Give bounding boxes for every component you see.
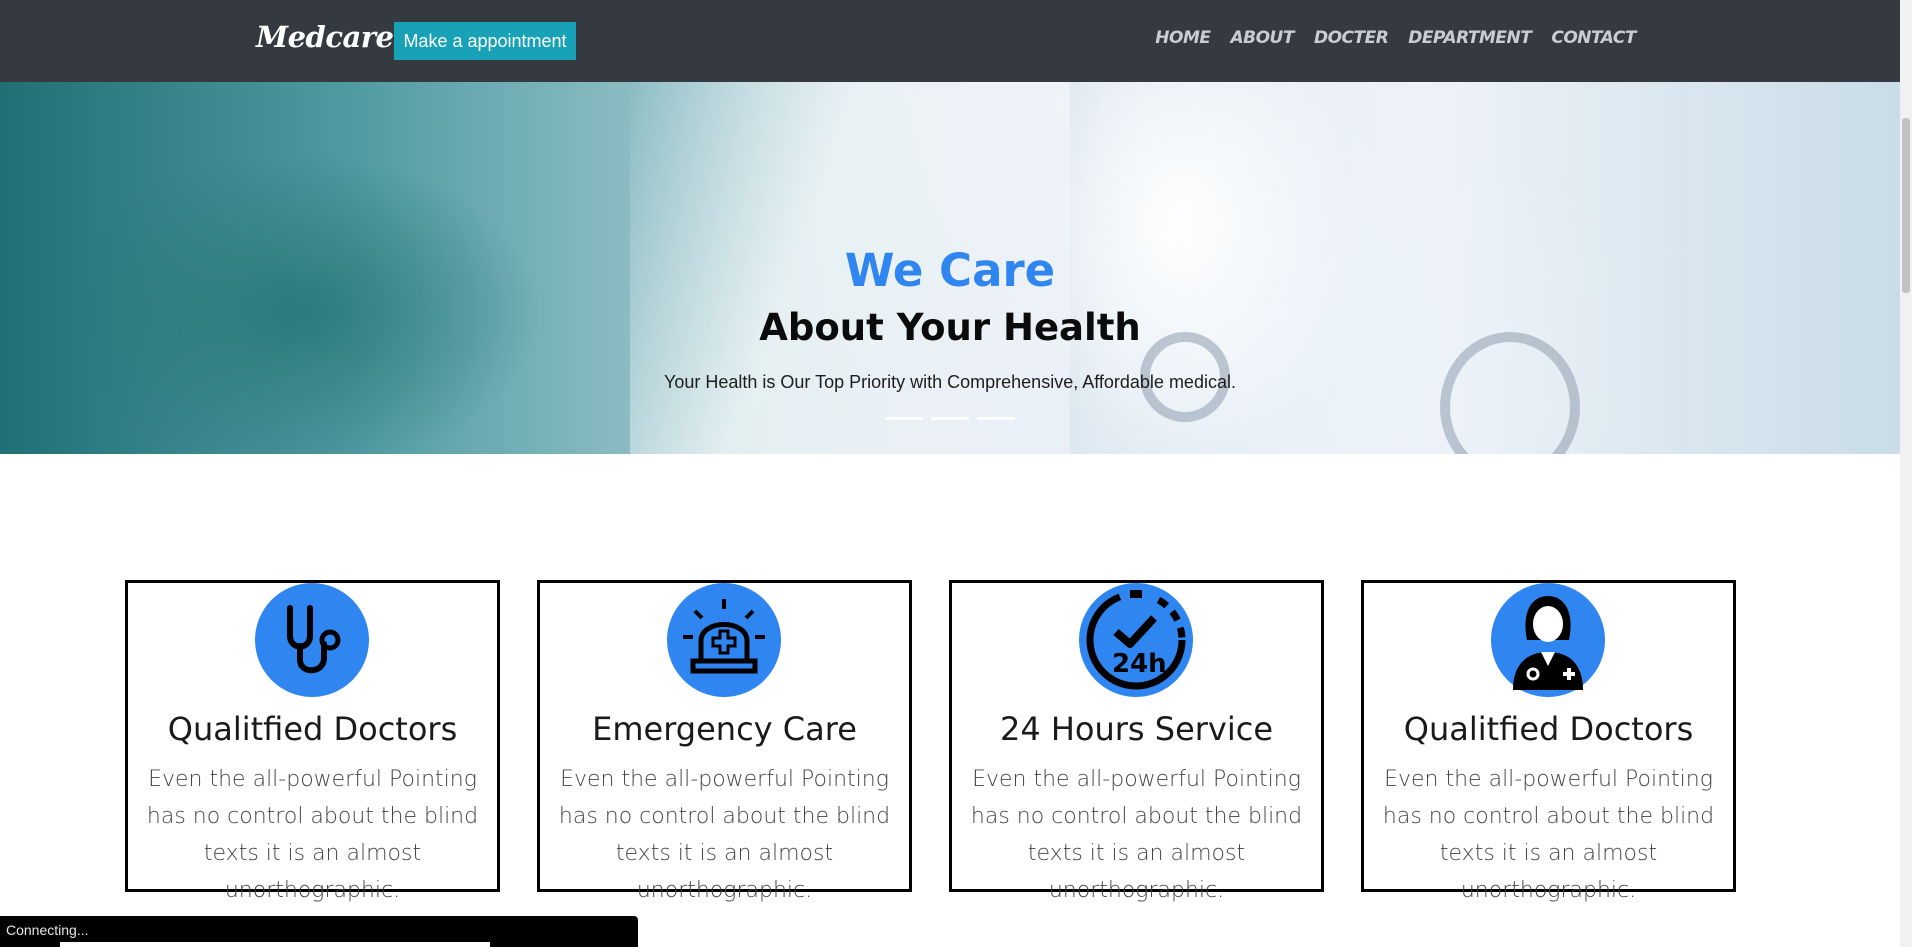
emergency-light-icon	[667, 583, 781, 697]
hero-title-we-care: We Care	[844, 244, 1056, 297]
hero-subtitle: Your Health is Our Top Priority with Com…	[664, 372, 1236, 392]
female-doctor-icon	[1491, 583, 1605, 697]
carousel-indicator-1[interactable]	[885, 417, 923, 420]
feature-title: 24 Hours Service	[999, 710, 1274, 748]
make-appointment-button[interactable]: Make a appointment	[394, 22, 576, 60]
stethoscope-decoration	[1440, 332, 1580, 454]
page-scrollbar[interactable]	[1900, 0, 1912, 947]
nav-link-docter[interactable]: DOCTER	[1314, 28, 1389, 48]
features-section: Qualitfied Doctors Even the all-powerful…	[125, 580, 1736, 903]
carousel-indicators	[885, 417, 1015, 420]
feature-text: Even the all-powerful Pointing has no co…	[1382, 767, 1715, 903]
stethoscope-icon	[255, 583, 369, 697]
feature-text: Even the all-powerful Pointing has no co…	[970, 767, 1303, 903]
hero-carousel: We Care About Your Health Your Health is…	[0, 82, 1900, 454]
feature-title: Emergency Care	[592, 710, 857, 748]
feature-text: Even the all-powerful Pointing has no co…	[146, 767, 479, 903]
status-progress-track	[60, 942, 490, 947]
navbar: Medcare Make a appointment HOME ABOUT DO…	[0, 0, 1900, 82]
status-text: Connecting...	[6, 922, 89, 938]
feature-title: Qualitfied Doctors	[167, 710, 458, 748]
nav-menu: HOME ABOUT DOCTER DEPARTMENT CONTACT	[1155, 28, 1636, 48]
feature-text: Even the all-powerful Pointing has no co…	[558, 767, 891, 903]
feature-card: 24h 24 Hours Service Even the all-powerf…	[949, 580, 1324, 903]
feature-card: Qualitfied Doctors Even the all-powerful…	[125, 580, 500, 903]
scrollbar-thumb[interactable]	[1902, 118, 1910, 293]
24-hours-icon: 24h	[1079, 583, 1193, 697]
hex-decoration	[1108, 84, 1152, 124]
carousel-indicator-3[interactable]	[977, 417, 1015, 420]
hero-title-about-health: About Your Health	[759, 306, 1141, 349]
svg-text:24h: 24h	[1112, 649, 1167, 679]
nav-link-contact[interactable]: CONTACT	[1551, 28, 1636, 48]
feature-card: Qualitfied Doctors Even the all-powerful…	[1361, 580, 1736, 903]
brand-logo[interactable]: Medcare	[256, 20, 394, 54]
nav-link-about[interactable]: ABOUT	[1230, 28, 1294, 48]
feature-card: Emergency Care Even the all-powerful Poi…	[537, 580, 912, 903]
nav-link-home[interactable]: HOME	[1155, 28, 1211, 48]
carousel-indicator-2[interactable]	[931, 417, 969, 420]
nav-link-department[interactable]: DEPARTMENT	[1408, 28, 1532, 48]
feature-title: Qualitfied Doctors	[1403, 710, 1694, 748]
